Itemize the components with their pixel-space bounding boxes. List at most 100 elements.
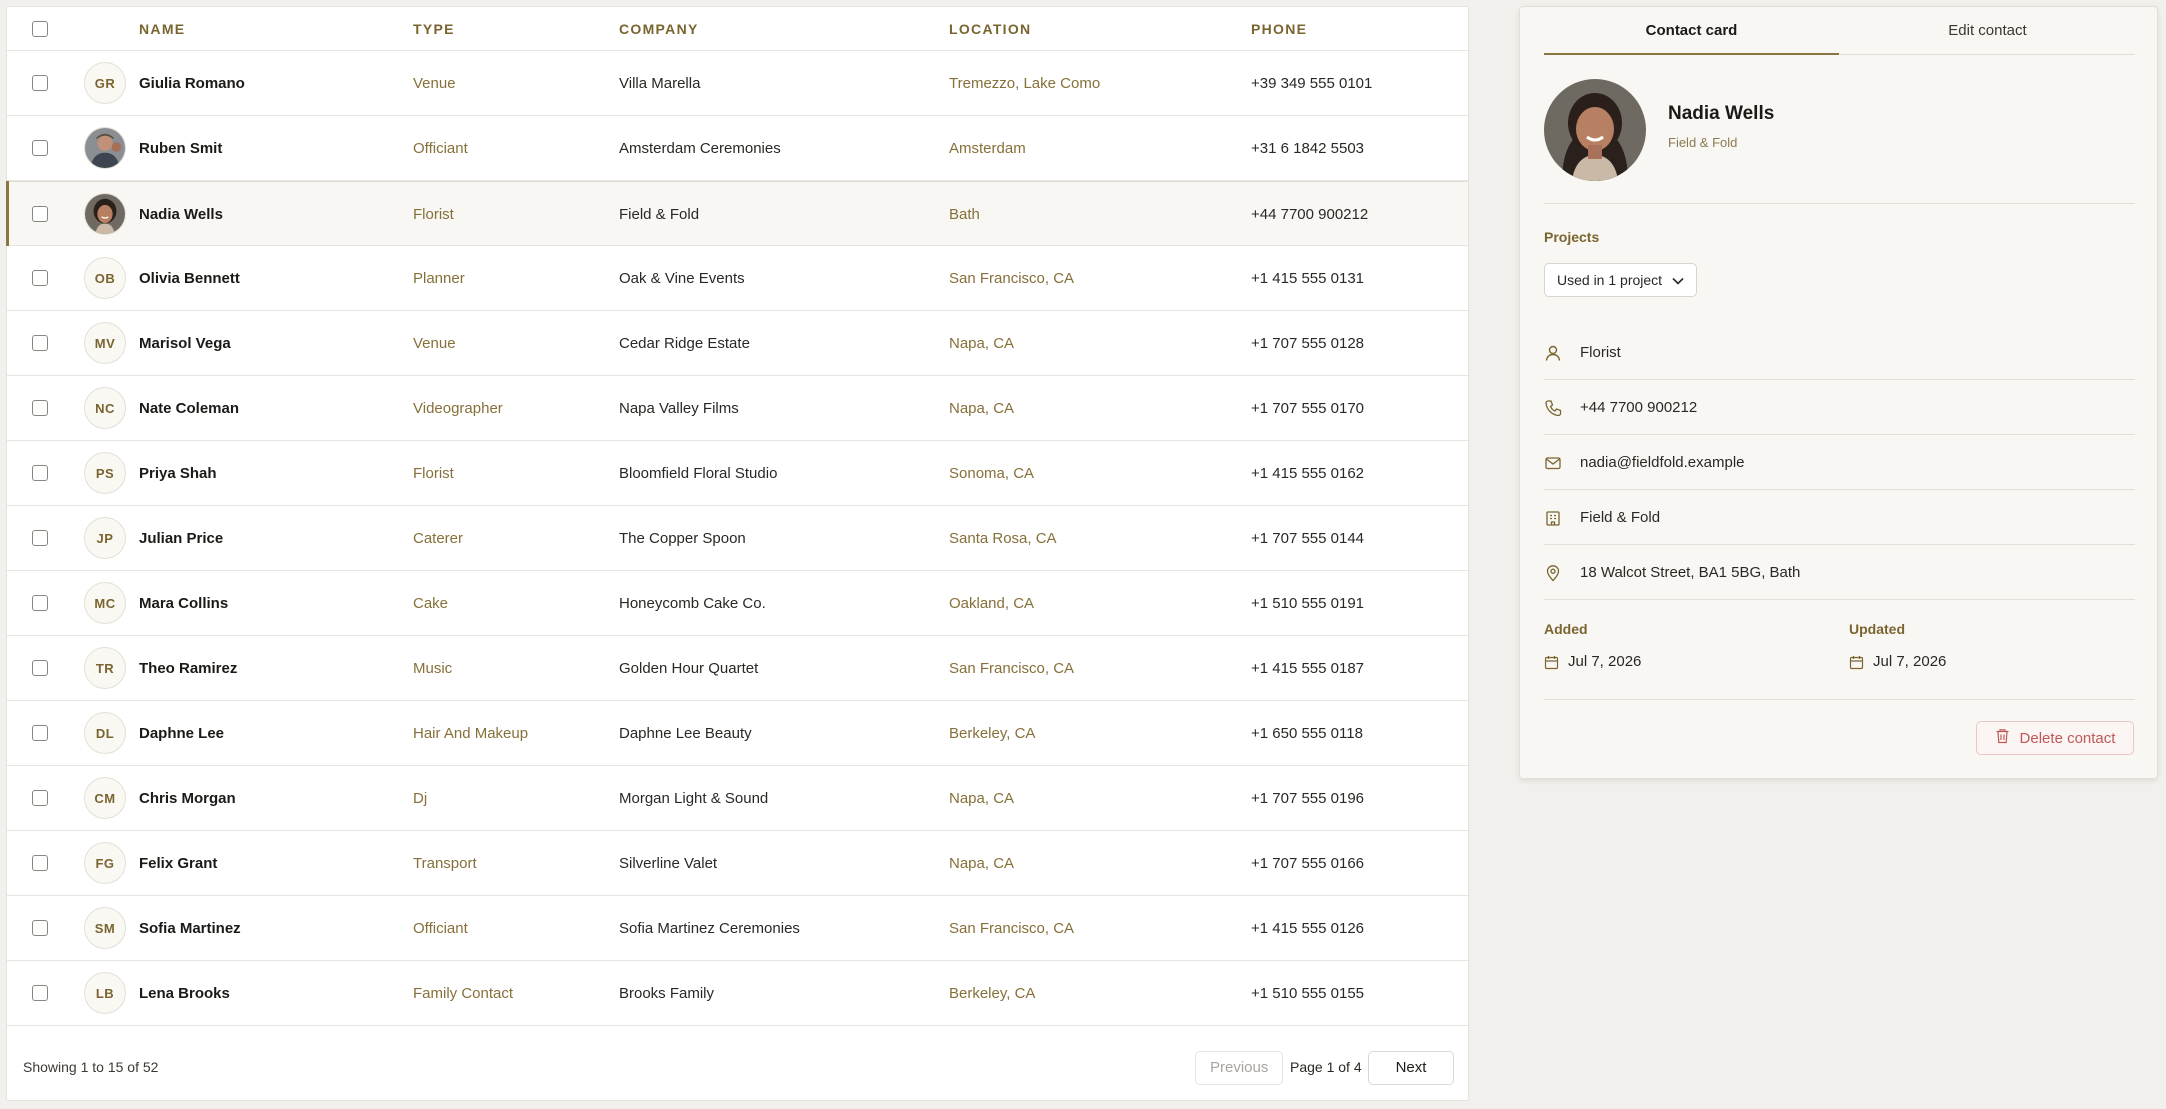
table-row[interactable]: DL Daphne Lee Hair And Makeup Daphne Lee Be… — [7, 701, 1468, 766]
profile-photo — [1544, 79, 1646, 181]
contact-name-cell[interactable]: Priya Shah — [139, 441, 217, 506]
row-checkbox[interactable] — [32, 855, 48, 871]
avatar: PS — [84, 452, 126, 494]
contact-type-cell: Videographer — [413, 400, 503, 417]
row-checkbox[interactable] — [32, 920, 48, 936]
contact-name-cell[interactable]: Nadia Wells — [139, 182, 223, 247]
contact-name-cell[interactable]: Nate Coleman — [139, 376, 239, 441]
column-header-company[interactable]: COMPANY — [619, 7, 699, 51]
tab-edit-contact[interactable]: Edit contact — [1840, 7, 2135, 55]
contact-name-cell[interactable]: Lena Brooks — [139, 961, 230, 1026]
column-header-name[interactable]: NAME — [139, 7, 185, 51]
contact-company-cell: Oak & Vine Events — [619, 270, 745, 287]
contact-location-cell: Tremezzo, Lake Como — [949, 75, 1101, 92]
contact-name-cell[interactable]: Felix Grant — [139, 831, 217, 896]
contact-name-cell[interactable]: Giulia Romano — [139, 51, 245, 116]
contact-phone-cell: +39 349 555 0101 — [1251, 75, 1373, 92]
contact-location-cell: Napa, CA — [949, 855, 1015, 872]
row-checkbox[interactable] — [32, 660, 48, 676]
tab-contact-card[interactable]: Contact card — [1544, 7, 1839, 55]
table-row[interactable]: TR Theo Ramirez Music Golden Hour Quartet Sa… — [7, 636, 1468, 701]
contact-name-cell[interactable]: Marisol Vega — [139, 311, 231, 376]
table-row[interactable]: NC Nate Coleman Videographer Napa Valley Fi… — [7, 376, 1468, 441]
row-checkbox[interactable] — [32, 985, 48, 1001]
select-all-checkbox[interactable] — [32, 21, 48, 37]
table-row[interactable]: PS Priya Shah Florist Bloomfield Floral Stu… — [7, 441, 1468, 506]
table-row[interactable]: FG Felix Grant Transport Silverline Valet Na… — [7, 831, 1468, 896]
detail-email-value[interactable]: nadia@fieldfold.example — [1580, 435, 1745, 490]
row-checkbox[interactable] — [32, 140, 48, 156]
contact-company-cell: Sofia Martinez Ceremonies — [619, 920, 800, 937]
phone-icon — [1544, 399, 1562, 417]
avatar: LB — [84, 972, 126, 1014]
contact-name-cell[interactable]: Mara Collins — [139, 571, 228, 636]
table-row[interactable]: Nadia Wells Florist Field & Fold Bath +44 77… — [6, 181, 1468, 247]
avatar: MV — [84, 322, 126, 364]
row-checkbox[interactable] — [32, 465, 48, 481]
avatar-initials: JP — [96, 530, 114, 546]
updated-label: Updated — [1849, 621, 1905, 637]
row-checkbox[interactable] — [32, 725, 48, 741]
contact-tabs: Contact card Edit contact — [1544, 7, 2135, 55]
column-header-phone[interactable]: PHONE — [1251, 7, 1307, 51]
contact-name-cell[interactable]: Daphne Lee — [139, 701, 224, 766]
projects-dropdown[interactable]: Used in 1 project — [1544, 263, 1698, 297]
avatar: NC — [84, 387, 126, 429]
contact-phone-cell: +1 707 555 0196 — [1251, 790, 1365, 807]
table-row[interactable]: MV Marisol Vega Venue Cedar Ridge Estate Nap… — [7, 311, 1468, 376]
contact-name-cell[interactable]: Olivia Bennett — [139, 246, 240, 311]
contact-name-cell[interactable]: Julian Price — [139, 506, 223, 571]
contact-company-cell: Silverline Valet — [619, 855, 718, 872]
contact-company-cell: The Copper Spoon — [619, 530, 746, 547]
building-icon — [1544, 509, 1562, 527]
contact-type-cell: Dj — [413, 790, 428, 807]
contact-phone-cell: +1 415 555 0131 — [1251, 270, 1365, 287]
table-row[interactable]: GR Giulia Romano Venue Villa Marella Tremezz… — [7, 51, 1468, 116]
contact-phone-cell: +1 650 555 0118 — [1251, 725, 1363, 742]
contact-location-cell: Berkeley, CA — [949, 985, 1036, 1002]
detail-phone: +44 7700 900212 — [1544, 380, 2135, 435]
contact-location-cell: Sonoma, CA — [949, 465, 1035, 482]
previous-page-button[interactable]: Previous — [1195, 1051, 1283, 1085]
delete-contact-button[interactable]: Delete contact — [1976, 721, 2134, 755]
contact-location-cell: Oakland, CA — [949, 595, 1035, 612]
contact-type-cell: Cake — [413, 595, 449, 612]
contact-name-cell[interactable]: Chris Morgan — [139, 766, 236, 831]
contact-company-cell: Villa Marella — [619, 75, 701, 92]
row-checkbox[interactable] — [32, 790, 48, 806]
next-page-button[interactable]: Next — [1368, 1051, 1454, 1085]
detail-type-value: Florist — [1580, 344, 1621, 361]
row-checkbox[interactable] — [32, 400, 48, 416]
column-header-location[interactable]: LOCATION — [949, 7, 1031, 51]
chevron-down-icon — [1672, 264, 1684, 296]
contact-type-cell: Officiant — [413, 920, 468, 937]
contact-phone-cell: +1 510 555 0191 — [1251, 595, 1365, 612]
contact-company-cell: Napa Valley Films — [619, 400, 739, 417]
contact-location-cell: San Francisco, CA — [949, 270, 1075, 287]
contact-type-cell: Venue — [413, 335, 456, 352]
contact-name-cell[interactable]: Theo Ramirez — [139, 636, 237, 701]
added-label: Added — [1544, 621, 1588, 637]
table-row[interactable]: MC Mara Collins Cake Honeycomb Cake Co. Oakl… — [7, 571, 1468, 636]
table-row[interactable]: JP Julian Price Caterer The Copper Spoon San… — [7, 506, 1468, 571]
contact-name-cell[interactable]: Sofia Martinez — [139, 896, 241, 961]
column-header-type[interactable]: TYPE — [413, 7, 455, 51]
projects-label: Projects — [1544, 229, 1600, 245]
map-pin-icon — [1544, 564, 1562, 582]
avatar-initials: LB — [95, 985, 115, 1001]
table-row[interactable]: Ruben Smit Officiant Amsterdam Ceremonies A… — [7, 116, 1468, 181]
row-checkbox[interactable] — [32, 335, 48, 351]
table-row[interactable]: SM Sofia Martinez Officiant Sofia Martinez … — [7, 896, 1468, 961]
row-checkbox[interactable] — [32, 270, 48, 286]
row-checkbox[interactable] — [32, 206, 48, 222]
divider — [1544, 699, 2135, 700]
contact-phone-cell: +1 707 555 0144 — [1251, 530, 1365, 547]
row-checkbox[interactable] — [32, 530, 48, 546]
table-row[interactable]: CM Chris Morgan Dj Morgan Light & Sound Napa… — [7, 766, 1468, 831]
contact-name-cell[interactable]: Ruben Smit — [139, 116, 222, 181]
detail-phone-value[interactable]: +44 7700 900212 — [1580, 380, 1697, 435]
table-row[interactable]: LB Lena Brooks Family Contact Brooks Family… — [7, 961, 1468, 1026]
row-checkbox[interactable] — [32, 595, 48, 611]
table-row[interactable]: OB Olivia Bennett Planner Oak & Vine Events… — [7, 246, 1468, 311]
row-checkbox[interactable] — [32, 75, 48, 91]
